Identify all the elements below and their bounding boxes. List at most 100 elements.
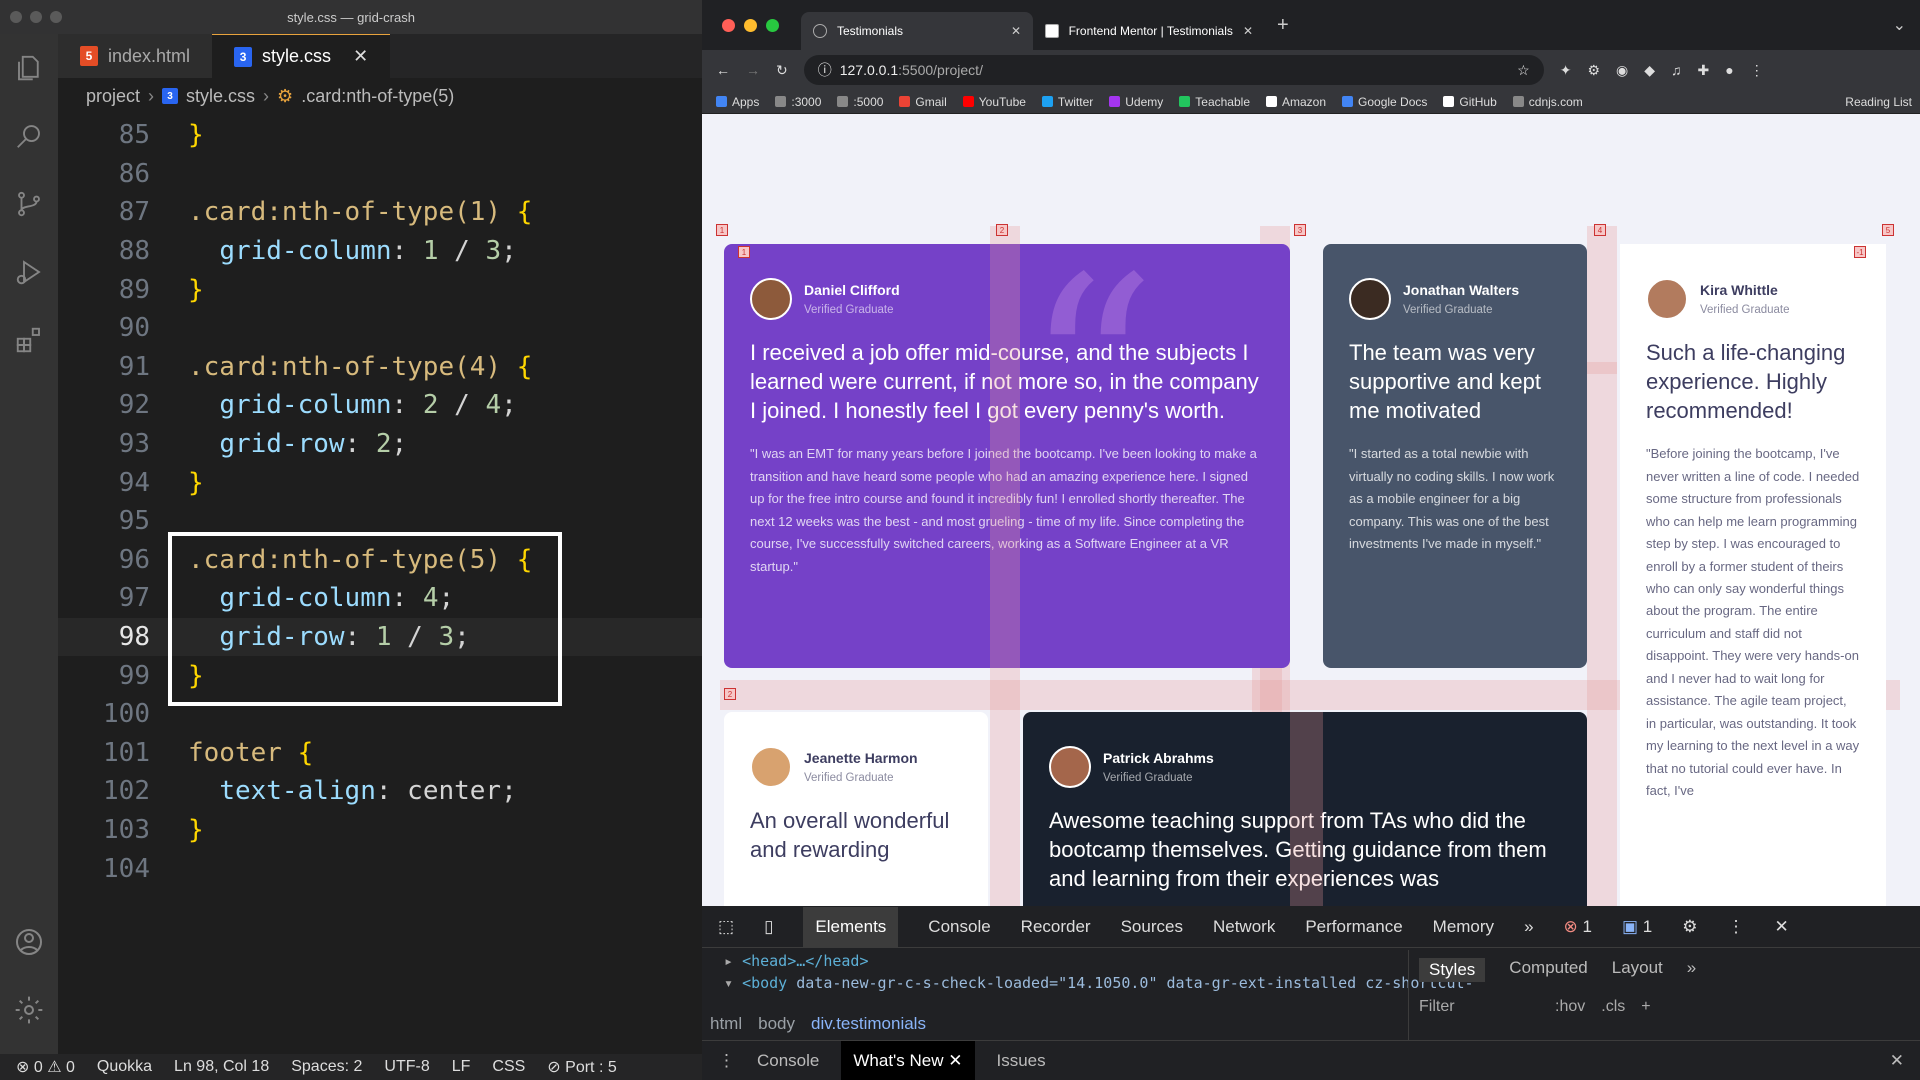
bookmark-item[interactable]: :5000	[837, 95, 883, 109]
breadcrumb-item[interactable]: project	[86, 86, 140, 107]
tab-index-html[interactable]: 5 index.html	[58, 34, 213, 78]
issues-badge[interactable]: ▣ 1	[1622, 917, 1652, 937]
back-icon[interactable]: ←	[716, 62, 730, 78]
close-drawer-icon[interactable]: ✕	[1890, 1051, 1904, 1071]
add-rule-icon[interactable]: +	[1641, 998, 1650, 1016]
more-tabs-icon[interactable]: »	[1524, 917, 1533, 937]
drawer-tab-whats-new[interactable]: What's New ✕	[841, 1040, 975, 1080]
problems-status[interactable]: ⊗ 0 ⚠ 0	[16, 1057, 75, 1077]
close-tab-icon[interactable]: ✕	[1011, 24, 1021, 38]
window-controls[interactable]	[10, 11, 62, 23]
bookmark-item[interactable]: Teachable	[1179, 95, 1250, 109]
puzzle-icon[interactable]: ✚	[1698, 62, 1710, 79]
extensions-icon[interactable]: ◆	[1644, 62, 1655, 79]
code-line[interactable]: 93 grid-row: 2;	[58, 425, 702, 464]
settings-gear-icon[interactable]	[0, 976, 58, 1044]
dom-node[interactable]: ▸ <head>…</head>	[724, 952, 1474, 970]
crumb-testimonials[interactable]: div.testimonials	[811, 1014, 926, 1034]
menu-kebab-icon[interactable]: ⋮	[1750, 62, 1764, 79]
dom-tree[interactable]: ▸ <head>…</head> ▾ <body data-new-gr-c-s…	[724, 952, 1474, 992]
cursor-position[interactable]: Ln 98, Col 18	[174, 1058, 269, 1076]
bookmark-item[interactable]: Apps	[716, 95, 759, 109]
more-tabs-icon[interactable]: »	[1687, 958, 1696, 982]
inspect-icon[interactable]: ⬚	[718, 917, 734, 937]
breadcrumb-item[interactable]: .card:nth-of-type(5)	[301, 86, 454, 107]
bookmark-item[interactable]: Amazon	[1266, 95, 1326, 109]
account-icon[interactable]	[0, 908, 58, 976]
drawer-menu-icon[interactable]: ⋮	[718, 1051, 735, 1071]
window-controls[interactable]	[702, 18, 779, 32]
tab-performance[interactable]: Performance	[1305, 917, 1402, 937]
code-line[interactable]: 91 .card:nth-of-type(4) {	[58, 348, 702, 387]
drawer-tab-issues[interactable]: Issues	[997, 1051, 1046, 1071]
code-line[interactable]: 104	[58, 849, 702, 888]
tab-console[interactable]: Console	[928, 917, 990, 937]
tab-recorder[interactable]: Recorder	[1021, 917, 1091, 937]
address-bar[interactable]: ⓘ 127.0.0.1:5500/project/ ☆	[803, 55, 1544, 85]
extensions-icon[interactable]: ✦	[1560, 62, 1572, 79]
bookmark-item[interactable]: Gmail	[899, 95, 947, 109]
run-debug-icon[interactable]	[0, 238, 58, 306]
reload-icon[interactable]: ↻	[776, 62, 788, 79]
bookmark-item[interactable]: :3000	[775, 95, 821, 109]
styles-filter-input[interactable]: Filter	[1419, 998, 1539, 1016]
browser-tab-frontend-mentor[interactable]: Frontend Mentor | Testimonials ✕	[1033, 12, 1265, 50]
new-tab-icon[interactable]: +	[1277, 14, 1289, 37]
code-line[interactable]: 90	[58, 309, 702, 348]
language-mode[interactable]: CSS	[492, 1058, 525, 1076]
tab-network[interactable]: Network	[1213, 917, 1275, 937]
tab-style-css[interactable]: 3 style.css ✕	[212, 34, 391, 78]
extensions-icon[interactable]: ⚙	[1587, 62, 1600, 79]
profile-icon[interactable]: ●	[1725, 62, 1733, 78]
source-control-icon[interactable]	[0, 170, 58, 238]
code-editor[interactable]: 85} 86 87 .card:nth-of-type(1) {88 grid-col…	[58, 116, 702, 884]
menu-kebab-icon[interactable]: ⋮	[1727, 917, 1744, 937]
drawer-tab-console[interactable]: Console	[757, 1051, 819, 1071]
gear-icon[interactable]: ⚙	[1682, 917, 1697, 937]
extensions-icon[interactable]: ◉	[1616, 62, 1628, 79]
indentation[interactable]: Spaces: 2	[291, 1058, 362, 1076]
tab-memory[interactable]: Memory	[1433, 917, 1494, 937]
tab-elements[interactable]: Elements	[803, 906, 899, 947]
code-line[interactable]: 85}	[58, 116, 702, 155]
search-icon[interactable]	[0, 102, 58, 170]
browser-tab-testimonials[interactable]: Testimonials ✕	[801, 12, 1033, 50]
explorer-icon[interactable]	[0, 34, 58, 102]
bookmark-item[interactable]: Twitter	[1041, 95, 1093, 109]
bookmark-item[interactable]: Google Docs	[1342, 95, 1427, 109]
encoding[interactable]: UTF-8	[384, 1058, 429, 1076]
tab-search-icon[interactable]: ⌄	[1893, 15, 1906, 35]
bookmark-item[interactable]: Udemy	[1109, 95, 1163, 109]
cls-toggle[interactable]: .cls	[1601, 998, 1625, 1016]
reading-list[interactable]: Reading List	[1845, 95, 1912, 109]
breadcrumb-item[interactable]: style.css	[186, 86, 255, 107]
close-tab-icon[interactable]: ✕	[353, 46, 368, 67]
device-toggle-icon[interactable]: ▯	[764, 917, 773, 937]
error-badge[interactable]: ⊗ 1	[1564, 917, 1592, 937]
close-icon[interactable]: ✕	[1774, 917, 1788, 937]
code-line[interactable]: 92 grid-column: 2 / 4;	[58, 386, 702, 425]
extensions-icon[interactable]	[0, 306, 58, 374]
code-line[interactable]: 102 text-align: center;	[58, 772, 702, 811]
dom-node[interactable]: ▾ <body data-new-gr-c-s-check-loaded="14…	[724, 974, 1474, 992]
code-line[interactable]: 101 footer {	[58, 734, 702, 773]
tab-layout[interactable]: Layout	[1612, 958, 1663, 982]
bookmark-item[interactable]: YouTube	[962, 95, 1026, 109]
code-line[interactable]: 103}	[58, 811, 702, 850]
forward-icon[interactable]: →	[746, 62, 760, 78]
code-line[interactable]: 86	[58, 155, 702, 194]
bookmark-star-icon[interactable]: ☆	[1517, 62, 1530, 79]
tab-sources[interactable]: Sources	[1121, 917, 1183, 937]
code-line[interactable]: 87 .card:nth-of-type(1) {	[58, 193, 702, 232]
live-server-port[interactable]: ⊘ Port : 5	[547, 1057, 616, 1077]
bookmark-item[interactable]: cdnjs.com	[1512, 95, 1583, 109]
extensions-icon[interactable]: ♫	[1671, 62, 1682, 78]
line-ending[interactable]: LF	[452, 1058, 471, 1076]
code-line[interactable]: 88 grid-column: 1 / 3;	[58, 232, 702, 271]
quokka-status[interactable]: Quokka	[97, 1058, 152, 1076]
crumb-body[interactable]: body	[758, 1014, 795, 1034]
code-line[interactable]: 89}	[58, 270, 702, 309]
hov-toggle[interactable]: :hov	[1555, 998, 1585, 1016]
bookmark-item[interactable]: GitHub	[1443, 95, 1497, 109]
close-tab-icon[interactable]: ✕	[1243, 24, 1253, 38]
